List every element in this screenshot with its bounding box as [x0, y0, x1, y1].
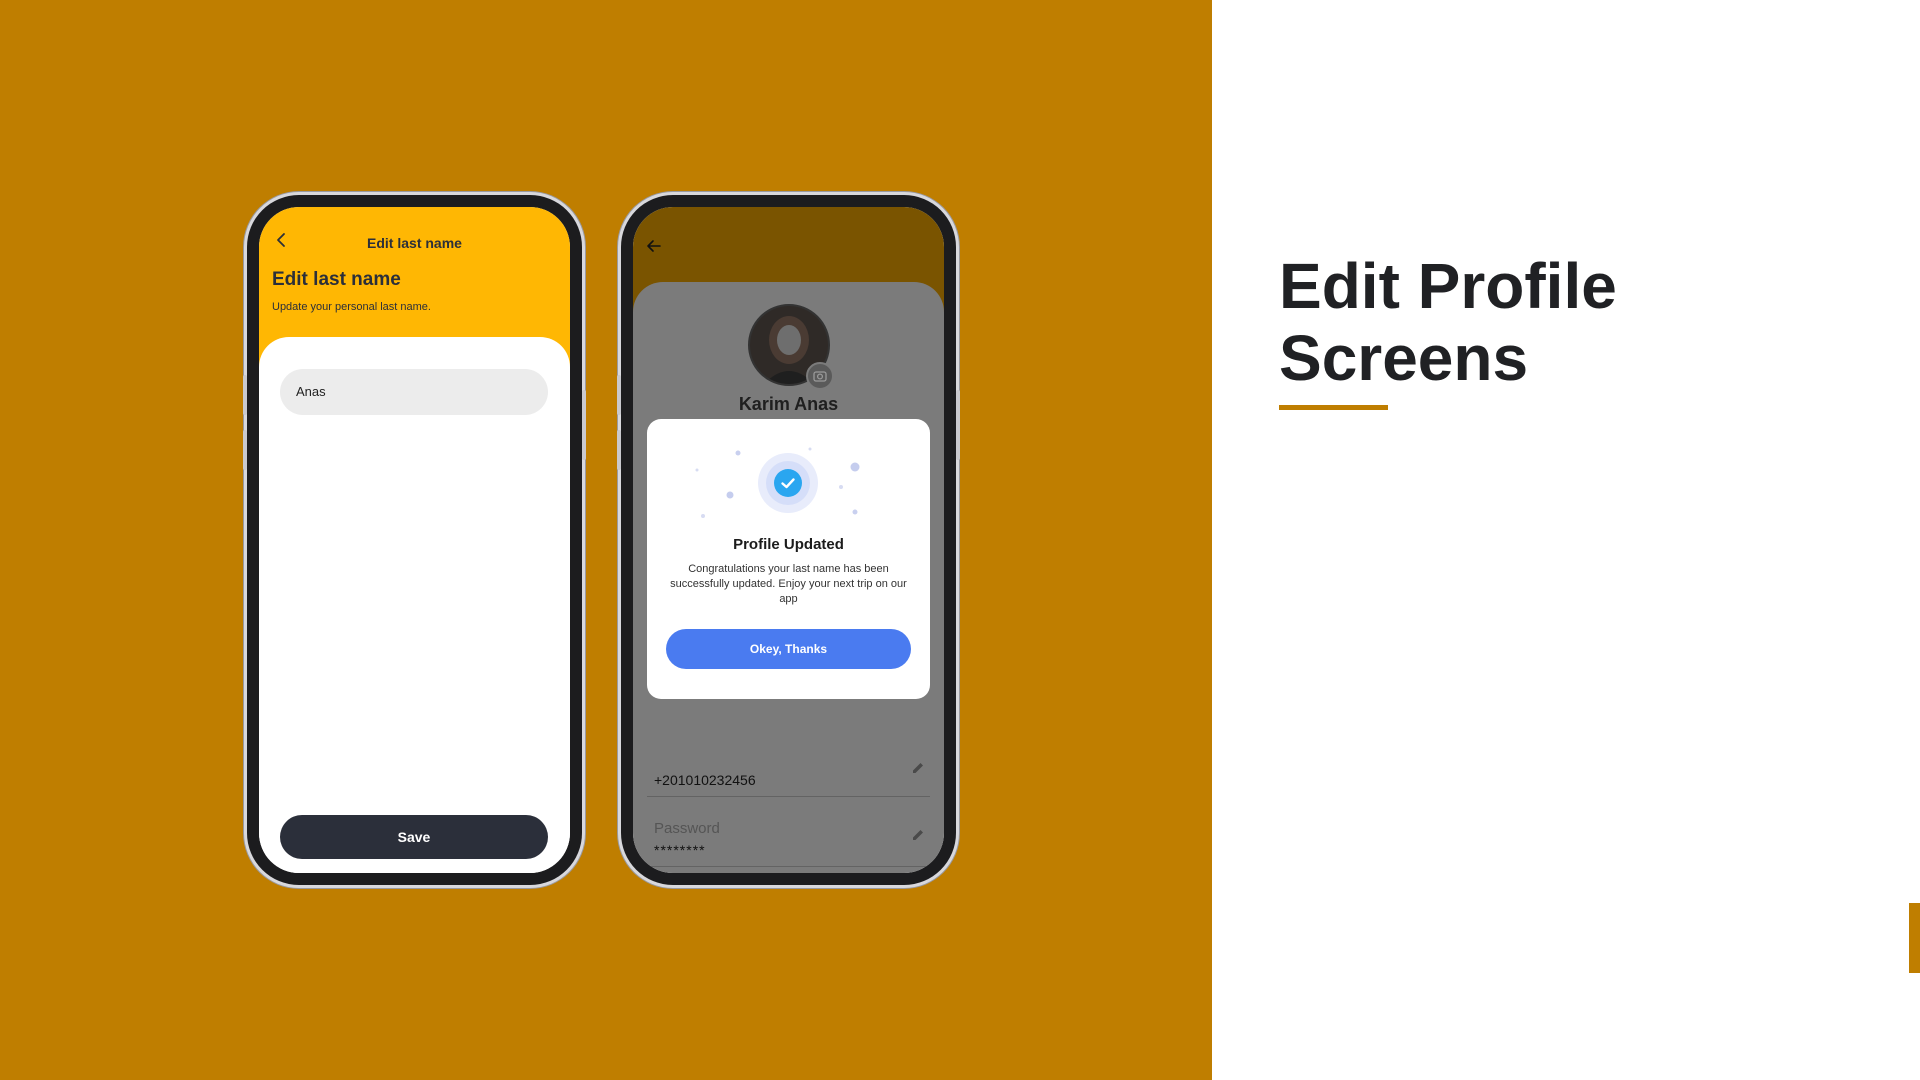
heading-line-2: Screens — [1279, 322, 1529, 394]
last-name-input[interactable]: Anas — [280, 369, 548, 415]
check-circle-icon — [774, 469, 802, 497]
profile-name: Karim Anas — [738, 394, 839, 414]
slide-heading: Edit Profile Screens — [1279, 250, 1617, 394]
accent-tab — [1909, 903, 1920, 973]
heading-underline — [1279, 405, 1388, 410]
nav-title: Edit last name — [367, 235, 462, 251]
phone1-screen: Edit last name Edit last name Update you… — [259, 207, 570, 873]
modal-message: Congratulations your last name has been … — [670, 563, 907, 605]
heading-line-1: Edit Profile — [1279, 250, 1617, 322]
divider — [647, 796, 930, 797]
edit-form: Anas Save — [259, 337, 570, 873]
phone-profile-updated: Karim Anas +201010232456 Password ******… — [617, 195, 960, 885]
phone-side-button — [243, 375, 247, 415]
page-subtitle: Update your personal last name. — [272, 301, 431, 313]
save-button[interactable]: Save — [280, 815, 548, 859]
phone-side-button — [582, 390, 586, 460]
divider — [647, 866, 930, 867]
phone-side-button — [617, 375, 621, 415]
edit-pencil-icon[interactable] — [910, 760, 926, 776]
page-title: Edit last name — [272, 269, 401, 290]
phone-side-button — [243, 430, 247, 470]
right-panel — [1212, 0, 1920, 1080]
modal-title: Profile Updated — [733, 536, 844, 553]
okey-thanks-button[interactable]: Okey, Thanks — [666, 629, 911, 669]
phone-number-value: +201010232456 — [654, 772, 756, 788]
back-arrow-icon[interactable] — [645, 237, 663, 255]
phone-side-button — [617, 430, 621, 470]
phone-edit-last-name: Edit last name Edit last name Update you… — [243, 195, 586, 885]
left-panel — [0, 0, 1212, 1080]
phone-side-button — [956, 390, 960, 460]
password-label: Password — [654, 820, 720, 837]
edit-pencil-icon[interactable] — [910, 827, 926, 843]
phone2-screen: Karim Anas +201010232456 Password ******… — [633, 207, 944, 873]
password-value: ******** — [654, 842, 706, 858]
profile-updated-modal: Profile Updated Congratulations your las… — [647, 419, 930, 699]
camera-icon[interactable] — [806, 362, 834, 390]
